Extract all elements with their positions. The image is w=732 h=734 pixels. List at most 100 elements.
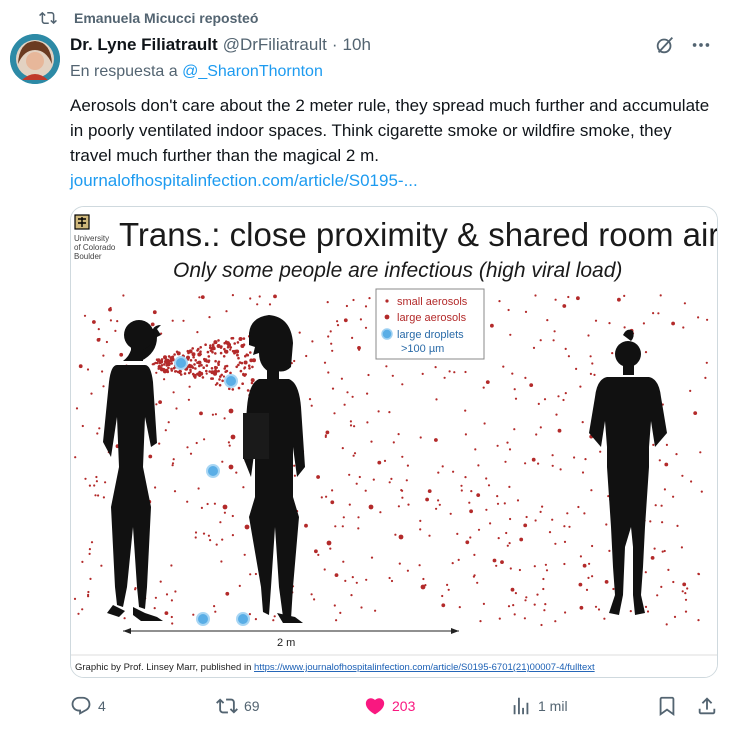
aerosol-dot xyxy=(343,403,346,406)
more-options-icon[interactable] xyxy=(690,34,712,56)
article-link[interactable]: journalofhospitalinfection.com/article/S… xyxy=(70,168,710,193)
aerosol-dot xyxy=(441,594,444,598)
views-button[interactable]: 1 mil xyxy=(510,694,568,718)
aerosol-dot xyxy=(327,335,330,338)
aerosol-dot xyxy=(544,603,547,606)
aerosol-dot xyxy=(334,525,337,528)
aerosol-dot xyxy=(700,490,703,493)
image-credit: Graphic by Prof. Linsey Marr, published … xyxy=(75,662,595,673)
aerosol-plume-dot xyxy=(242,373,245,376)
aerosol-dot xyxy=(345,304,348,308)
aerosol-dot xyxy=(684,610,688,613)
avatar[interactable] xyxy=(10,34,60,84)
aerosol-dot xyxy=(98,337,101,341)
aerosol-dot xyxy=(401,455,404,458)
reply-mention[interactable]: @_SharonThornton xyxy=(182,63,323,80)
aerosol-dot xyxy=(487,484,491,487)
aerosol-dot xyxy=(397,433,400,436)
aerosol-dot xyxy=(485,508,488,511)
aerosol-dot xyxy=(686,587,689,590)
repost-label[interactable]: Emanuela Micucci reposteó xyxy=(74,10,258,26)
aerosol-plume-dot xyxy=(242,343,246,346)
aerosol-dot xyxy=(659,294,662,297)
share-button[interactable] xyxy=(696,694,718,718)
aerosol-dot xyxy=(562,304,567,308)
aerosol-dot xyxy=(254,572,257,576)
aerosol-plume-dot xyxy=(207,355,211,358)
aerosol-dot xyxy=(664,462,669,467)
aerosol-dot xyxy=(644,351,648,354)
aerosol-dot xyxy=(134,587,137,590)
aerosol-dot xyxy=(554,620,557,623)
aerosol-plume-dot xyxy=(193,363,196,366)
aerosol-dot xyxy=(646,610,650,613)
reply-icon xyxy=(71,696,91,715)
aerosol-plume-dot xyxy=(189,368,192,372)
credit-prefix: Graphic by Prof. Linsey Marr, published … xyxy=(75,662,254,673)
credit-url[interactable]: https://www.journalofhospitalinfection.c… xyxy=(254,662,595,673)
aerosol-dot xyxy=(476,581,479,584)
aerosol-dot xyxy=(660,585,663,588)
aerosol-dot xyxy=(343,318,348,323)
aerosol-plume-dot xyxy=(186,349,190,353)
aerosol-dot xyxy=(114,329,117,332)
aerosol-dot xyxy=(546,319,549,322)
aerosol-dot xyxy=(152,310,157,315)
aerosol-dot xyxy=(351,395,354,398)
aerosol-plume-dot xyxy=(174,370,177,373)
aerosol-dot xyxy=(93,484,96,487)
repost-button[interactable]: 69 xyxy=(216,694,260,718)
aerosol-dot xyxy=(525,596,528,599)
author-handle[interactable]: @DrFiliatrault xyxy=(223,35,327,55)
aerosol-dot xyxy=(435,398,438,401)
aerosol-dot xyxy=(682,326,685,329)
aerosol-dot xyxy=(419,519,422,522)
aerosol-dot xyxy=(482,386,485,389)
aerosol-plume-dot xyxy=(215,382,219,385)
large-aerosol-dot xyxy=(222,504,228,510)
aerosol-dot xyxy=(504,460,507,463)
aerosol-dot xyxy=(421,372,424,375)
aerosol-dot xyxy=(553,330,556,333)
like-button[interactable]: 203 xyxy=(364,694,415,718)
aerosol-dot xyxy=(656,594,659,597)
bookmark-button[interactable] xyxy=(656,694,678,718)
aerosol-dot xyxy=(523,617,526,620)
aerosol-dot xyxy=(94,494,97,497)
aerosol-dot xyxy=(83,314,87,317)
aerosol-dot xyxy=(220,560,223,563)
aerosol-dot xyxy=(272,619,275,622)
aerosol-plume-dot xyxy=(224,340,228,343)
aerosol-dot xyxy=(589,355,592,358)
aerosol-plume-dot xyxy=(192,355,195,359)
aerosol-dot xyxy=(660,504,663,507)
aerosol-dot xyxy=(464,409,467,412)
reply-button[interactable]: 4 xyxy=(70,694,106,718)
tweet-media[interactable]: University of Colorado Boulder Trans.: c… xyxy=(70,206,718,678)
aerosol-dot xyxy=(171,462,175,465)
aerosol-plume-dot xyxy=(221,379,224,383)
aerosol-dot xyxy=(697,619,700,622)
aerosol-dot xyxy=(682,582,687,587)
author-name[interactable]: Dr. Lyne Filiatrault xyxy=(70,35,218,55)
aerosol-dot xyxy=(199,411,203,416)
aerosol-dot xyxy=(512,604,515,607)
timestamp[interactable]: 10h xyxy=(343,35,371,55)
aerosol-plume-dot xyxy=(204,343,207,346)
aerosol-plume-dot xyxy=(202,366,205,369)
large-aerosol-dot xyxy=(228,408,234,414)
aerosol-dot xyxy=(559,468,562,471)
aerosol-plume-dot xyxy=(236,353,239,357)
aerosol-dot xyxy=(505,531,508,535)
grok-icon[interactable] xyxy=(654,34,676,56)
aerosol-dot xyxy=(518,568,521,572)
tweet[interactable]: Emanuela Micucci reposteó Dr. Lyne Filia… xyxy=(0,0,732,734)
aerosol-dot xyxy=(390,579,394,583)
aerosol-dot xyxy=(658,459,661,462)
aerosol-dot xyxy=(304,523,308,528)
aerosol-dot xyxy=(159,580,162,583)
aerosol-plume-dot xyxy=(248,367,251,370)
aerosol-dot xyxy=(89,577,92,580)
aerosol-dot xyxy=(81,424,84,428)
aerosol-dot xyxy=(506,544,509,547)
